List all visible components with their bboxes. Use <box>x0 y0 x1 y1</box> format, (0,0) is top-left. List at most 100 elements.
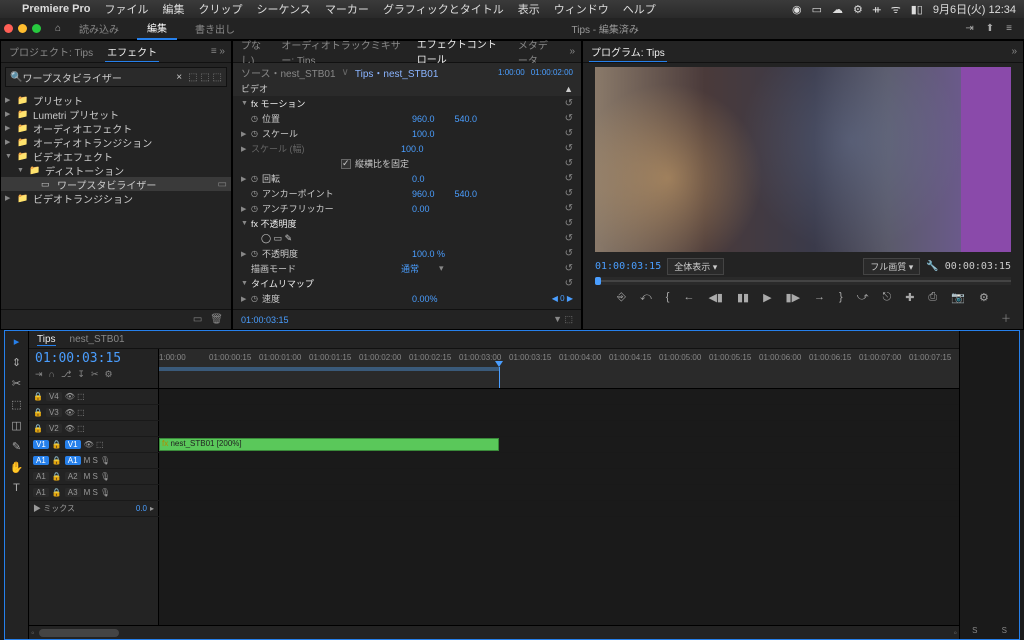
transport-button[interactable]: ⚙ <box>979 291 989 304</box>
wifi-icon[interactable]: ᯤ <box>891 2 901 17</box>
share-icon[interactable]: ⬆ <box>986 23 994 34</box>
scrollbar-thumb[interactable] <box>39 629 119 637</box>
transport-button[interactable]: ✚ <box>905 291 914 304</box>
work-area-bar[interactable] <box>159 367 499 371</box>
transport-button[interactable]: ⤺ <box>640 291 652 304</box>
fx-property[interactable]: 縦横比を固定↺ <box>233 156 581 171</box>
status-icon[interactable]: ⚙ <box>853 3 863 16</box>
trash-icon[interactable]: 🗑 <box>210 314 223 325</box>
transport-button[interactable]: ◀▮ <box>708 291 723 304</box>
transport-button[interactable]: ⎋ <box>883 291 892 304</box>
timeline-tool[interactable]: ✂ <box>12 377 21 390</box>
tab-program[interactable]: プログラム: Tips <box>589 42 667 62</box>
timeline-option-icon[interactable]: ⎇ <box>61 369 71 380</box>
tab-effects[interactable]: エフェクト <box>105 42 159 62</box>
new-bin-icon[interactable]: ▭ <box>193 314 202 325</box>
track-V4[interactable]: 🔒V4👁 ⬚ <box>29 389 959 405</box>
timeline-option-icon[interactable]: ⚙ <box>104 369 112 380</box>
status-icon[interactable]: ▭ <box>812 3 822 16</box>
transport-button[interactable]: 📷 <box>951 291 965 304</box>
transport-button[interactable]: ▮▶ <box>786 291 801 304</box>
menu-help[interactable]: ヘルプ <box>623 1 656 17</box>
transport-button[interactable]: { <box>666 291 670 304</box>
fx-section[interactable]: ▼タイムリマップ↺ <box>233 276 581 291</box>
transport-button[interactable]: } <box>839 291 843 304</box>
timeline-tool[interactable]: ▸ <box>14 335 20 348</box>
fx-property[interactable]: ▶◷スケール100.0↺ <box>233 126 581 141</box>
status-icon[interactable]: ☁ <box>832 3 843 16</box>
fx-property[interactable]: ▶◷不透明度100.0 %↺ <box>233 246 581 261</box>
filter-icon[interactable]: ⬚ ⬚ ⬚ <box>188 72 222 83</box>
tree-item[interactable]: ▶📁オーディオトランジション <box>1 135 231 149</box>
timeline-clip[interactable]: fx nest_STB01 [200%] <box>159 438 499 451</box>
program-viewer[interactable] <box>595 67 1011 252</box>
maximize-icon[interactable] <box>32 24 41 33</box>
playhead[interactable] <box>499 367 500 388</box>
track-A2[interactable]: A1🔒A2M S 🎙 <box>29 469 959 485</box>
window-controls[interactable] <box>4 24 41 33</box>
program-tc-right[interactable]: 00:00:03:15 <box>945 261 1011 272</box>
tree-item[interactable]: ▼📁ディストーション <box>1 163 231 177</box>
fx-property[interactable]: ▶◷アンチフリッカー0.00↺ <box>233 201 581 216</box>
program-scrubber[interactable] <box>595 277 1011 285</box>
transport-button[interactable]: → <box>814 291 825 304</box>
fx-property[interactable]: ◷位置960.0540.0↺ <box>233 111 581 126</box>
timeline-tc[interactable]: 01:00:03:15 <box>35 351 152 366</box>
battery-icon[interactable]: ▮▯ <box>911 3 923 16</box>
track-A3[interactable]: A1🔒A3M S 🎙 <box>29 485 959 501</box>
tree-item[interactable]: ▶📁Lumetri プリセット <box>1 107 231 121</box>
transport-button[interactable]: ▶ <box>763 291 771 304</box>
panel-menu-icon[interactable]: » <box>569 46 575 57</box>
tab-project[interactable]: プロジェクト: Tips <box>7 42 95 61</box>
transport-button[interactable]: ← <box>683 291 694 304</box>
track-A1[interactable]: A1🔒A1M S 🎙 <box>29 453 959 469</box>
transport-button[interactable]: ⎙ <box>928 291 937 304</box>
track-V1[interactable]: V1🔒V1👁 ⬚fx nest_STB01 [200%] <box>29 437 959 453</box>
transport-button[interactable]: ⎆ <box>617 291 626 304</box>
program-tc-left[interactable]: 01:00:03:15 <box>595 261 661 272</box>
timeline-tool[interactable]: ✎ <box>12 440 21 453</box>
menu-clip[interactable]: クリップ <box>198 1 242 17</box>
panel-menu-icon[interactable]: ≡ » <box>211 46 225 57</box>
fx-property[interactable]: ▶スケール (幅)100.0↺ <box>233 141 581 156</box>
fx-current-tc[interactable]: 01:00:03:15 <box>241 315 289 325</box>
workspace-menu-icon[interactable]: ≡ <box>1006 23 1012 34</box>
menu-file[interactable]: ファイル <box>104 1 148 17</box>
timeline-tool[interactable]: ◫ <box>11 419 21 432</box>
status-icon[interactable]: ᚑ <box>873 3 881 16</box>
search-input[interactable] <box>22 72 176 83</box>
close-icon[interactable] <box>4 24 13 33</box>
tree-item[interactable]: ▭ワープスタビライザー▭ <box>1 177 231 191</box>
timeline-tool[interactable]: ✋ <box>10 461 24 474</box>
track-V2[interactable]: 🔒V2👁 ⬚ <box>29 421 959 437</box>
fx-property[interactable]: 描画モード通常▾↺ <box>233 261 581 276</box>
fx-section[interactable]: ▼fx 不透明度↺ <box>233 216 581 231</box>
tab-import[interactable]: 読み込み <box>69 18 129 39</box>
add-button-icon[interactable]: ＋ <box>1001 314 1011 325</box>
tab-export[interactable]: 書き出し <box>185 18 245 39</box>
fx-property[interactable]: ▶◷回転0.0↺ <box>233 171 581 186</box>
quick-export-icon[interactable]: ⇥ <box>965 23 973 34</box>
timeline-tool[interactable]: T <box>13 482 20 494</box>
tree-item[interactable]: ▶📁ビデオトランジション <box>1 191 231 205</box>
transport-button[interactable]: ⤻ <box>857 291 869 304</box>
timeline-option-icon[interactable]: ✂ <box>91 369 99 380</box>
wrench-icon[interactable]: 🔧 <box>926 261 938 272</box>
track-V3[interactable]: 🔒V3👁 ⬚ <box>29 405 959 421</box>
sequence-tab-nest[interactable]: nest_STB01 <box>70 334 125 345</box>
quality-dropdown[interactable]: フル画質 ▾ <box>863 258 920 275</box>
timeline-ruler[interactable]: 1:00:0001:00:00:1501:00:01:0001:00:01:15… <box>159 349 959 388</box>
fx-filter-icon[interactable]: ▼ ⬚ <box>553 314 573 325</box>
panel-menu-icon[interactable]: » <box>1011 46 1017 57</box>
zoom-dropdown[interactable]: 全体表示 ▾ <box>667 258 724 275</box>
clear-icon[interactable]: × <box>176 72 182 83</box>
timeline-toggle-icon[interactable]: ▲ <box>564 84 573 94</box>
timeline-tool[interactable]: ⬚ <box>11 398 21 411</box>
menu-edit[interactable]: 編集 <box>162 1 184 17</box>
timeline-option-icon[interactable]: ⇥ <box>35 369 43 380</box>
timeline-option-icon[interactable]: ∩ <box>49 369 55 380</box>
timeline-scrollbar[interactable]: ◦ ◦ <box>29 625 959 639</box>
home-icon[interactable]: ⌂ <box>55 23 61 34</box>
tree-item[interactable]: ▼📁ビデオエフェクト <box>1 149 231 163</box>
effects-tree[interactable]: ▶📁プリセット▶📁Lumetri プリセット▶📁オーディオエフェクト▶📁オーディ… <box>1 91 231 309</box>
